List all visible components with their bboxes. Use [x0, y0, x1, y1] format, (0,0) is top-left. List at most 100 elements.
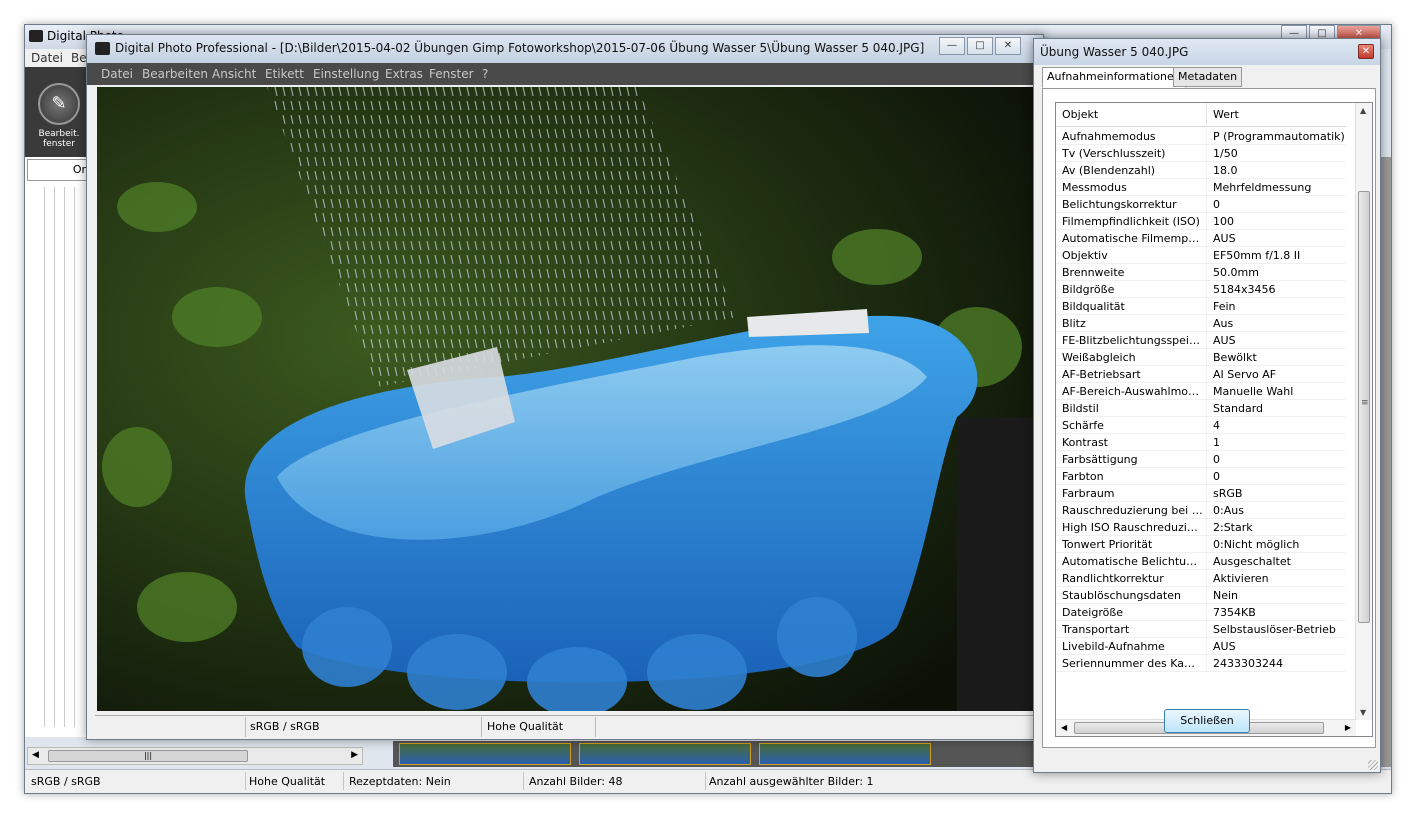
close-button[interactable]: Schließen: [1164, 709, 1250, 733]
dialog-titlebar[interactable]: Übung Wasser 5 040.JPG ✕: [1034, 39, 1380, 65]
scroll-left-icon[interactable]: ◀: [32, 750, 39, 760]
edit-window-title: Digital Photo Professional - [D:\Bilder\…: [115, 41, 925, 55]
thumbnail[interactable]: [579, 743, 751, 765]
row-objekt: Kontrast: [1062, 436, 1108, 449]
column-header-wert[interactable]: Wert: [1213, 108, 1239, 121]
camera-icon: [95, 42, 110, 55]
scroll-thumb[interactable]: |||: [48, 750, 248, 762]
scroll-right-icon[interactable]: ▶: [1345, 723, 1351, 732]
row-wert: AUS: [1213, 334, 1236, 347]
row-wert: AUS: [1213, 232, 1236, 245]
table-row[interactable]: Farbsättigung 0: [1056, 451, 1346, 468]
table-row[interactable]: Av (Blendenzahl) 18.0: [1056, 162, 1346, 179]
menu-einstellung[interactable]: Einstellung: [313, 67, 379, 81]
tab-metadaten[interactable]: Metadaten: [1173, 67, 1243, 87]
photo-view[interactable]: [97, 87, 1043, 711]
table-row[interactable]: High ISO Rauschreduzierung 2:Stark: [1056, 519, 1346, 536]
table-row[interactable]: Seriennummer des Kamera... 2433303244: [1056, 655, 1346, 672]
minimize-icon[interactable]: —: [939, 37, 965, 55]
cell-divider: [1206, 196, 1207, 213]
table-row[interactable]: Aufnahmemodus P (Programmautomatik): [1056, 128, 1346, 145]
row-wert: 5184x3456: [1213, 283, 1276, 296]
maximize-icon[interactable]: □: [967, 37, 993, 55]
table-row[interactable]: Messmodus Mehrfeldmessung: [1056, 179, 1346, 196]
menu-bearbeiten[interactable]: Be: [71, 51, 87, 65]
menu-help[interactable]: ?: [482, 67, 488, 81]
table-row[interactable]: Farbton 0: [1056, 468, 1346, 485]
dialog-title: Übung Wasser 5 040.JPG: [1040, 45, 1189, 59]
menu-datei[interactable]: Datei: [101, 67, 133, 81]
table-row[interactable]: Bildgröße 5184x3456: [1056, 281, 1346, 298]
table-row[interactable]: Schärfe 4: [1056, 417, 1346, 434]
cell-divider: [1206, 383, 1207, 400]
resize-grip-icon[interactable]: [1368, 760, 1378, 770]
cell-divider: [1206, 468, 1207, 485]
column-header-objekt[interactable]: Objekt: [1062, 108, 1098, 121]
table-row[interactable]: Automatische Filmempfindli... AUS: [1056, 230, 1346, 247]
table-row[interactable]: Livebild-Aufnahme AUS: [1056, 638, 1346, 655]
scroll-up-icon[interactable]: ▲: [1360, 106, 1366, 115]
tab-panel: Objekt Wert Aufnahmemodus P (Programmauto…: [1042, 88, 1376, 748]
scroll-thumb[interactable]: ≡: [1358, 191, 1370, 623]
folder-tree: [35, 187, 83, 727]
row-objekt: AF-Bereich-Auswahlmodus: [1062, 385, 1204, 398]
scroll-right-icon[interactable]: ▶: [351, 750, 358, 760]
table-row[interactable]: Bildqualität Fein: [1056, 298, 1346, 315]
table-body: Aufnahmemodus P (Programmautomatik) Tv (Ve…: [1056, 128, 1346, 672]
table-row[interactable]: Dateigröße 7354KB: [1056, 604, 1346, 621]
table-row[interactable]: Automatische Belichtungso... Ausgeschalte…: [1056, 553, 1346, 570]
cell-divider: [1206, 145, 1207, 162]
close-icon[interactable]: ✕: [995, 37, 1021, 55]
scroll-down-icon[interactable]: ▼: [1360, 708, 1366, 717]
table-row[interactable]: Objektiv EF50mm f/1.8 II: [1056, 247, 1346, 264]
tab-aufnahmeinformationen[interactable]: Aufnahmeinformationen: [1042, 67, 1186, 88]
table-row[interactable]: AF-Bereich-Auswahlmodus Manuelle Wahl: [1056, 383, 1346, 400]
thumbnail[interactable]: [759, 743, 931, 765]
edit-window-label: Bearbeit. fenster: [38, 129, 80, 149]
cell-divider: [1206, 264, 1207, 281]
table-row[interactable]: Kontrast 1: [1056, 434, 1346, 451]
table-row[interactable]: Belichtungskorrektur 0: [1056, 196, 1346, 213]
table-row[interactable]: Filmempfindlichkeit (ISO) 100: [1056, 213, 1346, 230]
thumbnail[interactable]: [399, 743, 571, 765]
cell-divider: [1206, 621, 1207, 638]
thumbnail-strip: [393, 741, 1033, 767]
cell-divider: [1206, 179, 1207, 196]
close-icon[interactable]: ✕: [1358, 44, 1374, 59]
column-divider[interactable]: [1206, 103, 1207, 127]
status-quality: Hohe Qualität: [249, 775, 326, 788]
menu-etikett[interactable]: Etikett: [265, 67, 304, 81]
menu-bearbeiten[interactable]: Bearbeiten: [142, 67, 208, 81]
folder-hscrollbar[interactable]: ◀ ||| ▶: [27, 747, 363, 765]
table-row[interactable]: Rauschreduzierung bei Lan... 0:Aus: [1056, 502, 1346, 519]
edit-titlebar[interactable]: Digital Photo Professional - [D:\Bilder\…: [87, 35, 1043, 63]
table-row[interactable]: Weißabgleich Bewölkt: [1056, 349, 1346, 366]
table-row[interactable]: Farbraum sRGB: [1056, 485, 1346, 502]
row-objekt: Filmempfindlichkeit (ISO): [1062, 215, 1200, 228]
table-row[interactable]: Tonwert Priorität 0:Nicht möglich: [1056, 536, 1346, 553]
scroll-left-icon[interactable]: ◀: [1061, 723, 1067, 732]
menu-ansicht[interactable]: Ansicht: [212, 67, 256, 81]
table-row[interactable]: Brennweite 50.0mm: [1056, 264, 1346, 281]
table-row[interactable]: Blitz Aus: [1056, 315, 1346, 332]
table-vscrollbar[interactable]: ▲ ≡ ▼: [1355, 103, 1372, 720]
row-wert: 50.0mm: [1213, 266, 1259, 279]
table-row[interactable]: Bildstil Standard: [1056, 400, 1346, 417]
table-row[interactable]: FE-Blitzbelichtungsspeicher... AUS: [1056, 332, 1346, 349]
edit-window: Digital Photo Professional - [D:\Bilder\…: [86, 34, 1044, 740]
table-row[interactable]: Staublöschungsdaten Nein: [1056, 587, 1346, 604]
info-table: Objekt Wert Aufnahmemodus P (Programmauto…: [1055, 102, 1373, 737]
cell-divider: [1206, 400, 1207, 417]
menu-fenster[interactable]: Fenster: [429, 67, 474, 81]
table-row[interactable]: Tv (Verschlusszeit) 1/50: [1056, 145, 1346, 162]
table-row[interactable]: Transportart Selbstauslöser-Betrieb: [1056, 621, 1346, 638]
menu-datei[interactable]: Datei: [31, 51, 63, 65]
table-row[interactable]: Randlichtkorrektur Aktivieren: [1056, 570, 1346, 587]
row-objekt: Farbton: [1062, 470, 1104, 483]
edit-window-icon[interactable]: ✎: [38, 83, 80, 125]
status-recipe: Rezeptdaten: Nein: [349, 775, 451, 788]
row-wert: AUS: [1213, 640, 1236, 653]
menu-extras[interactable]: Extras: [385, 67, 423, 81]
table-row[interactable]: AF-Betriebsart AI Servo AF: [1056, 366, 1346, 383]
folder-tab[interactable]: Or: [27, 159, 89, 181]
